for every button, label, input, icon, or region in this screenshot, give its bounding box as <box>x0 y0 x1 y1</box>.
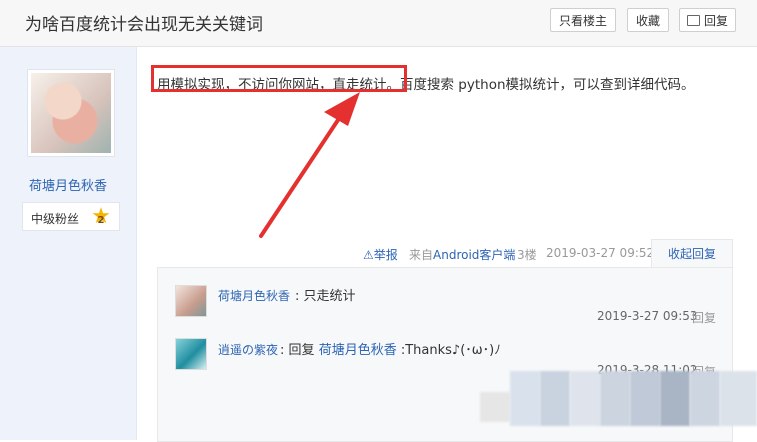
comment-text: : 回复 荷塘月色秋香 :Thanks♪(･ω･)ﾉ <box>280 343 501 358</box>
collapse-replies-button[interactable]: 收起回复 <box>651 239 733 269</box>
comment-reply-link[interactable]: 回复 <box>692 309 716 326</box>
client-link[interactable]: Android客户端 <box>433 248 515 262</box>
avatar[interactable] <box>175 338 207 370</box>
report-link[interactable]: ⚠举报 <box>363 246 398 263</box>
avatar[interactable] <box>175 285 207 317</box>
post-time: 2019-03-27 09:52 <box>546 246 655 260</box>
comment-user[interactable]: 逍遥の紫夜 <box>218 341 278 358</box>
comment-user[interactable]: 荷塘月色秋香 <box>218 287 290 304</box>
report-warning-icon: ⚠ <box>363 248 374 262</box>
comment-text: : 只走统计 <box>295 289 356 304</box>
comment-time: 2019-3-27 09:53 <box>597 309 698 323</box>
mention-link[interactable]: 荷塘月色秋香 <box>319 343 397 358</box>
floor-number: 3楼 <box>517 248 537 262</box>
post-source: 来自Android客户端 <box>409 248 516 262</box>
